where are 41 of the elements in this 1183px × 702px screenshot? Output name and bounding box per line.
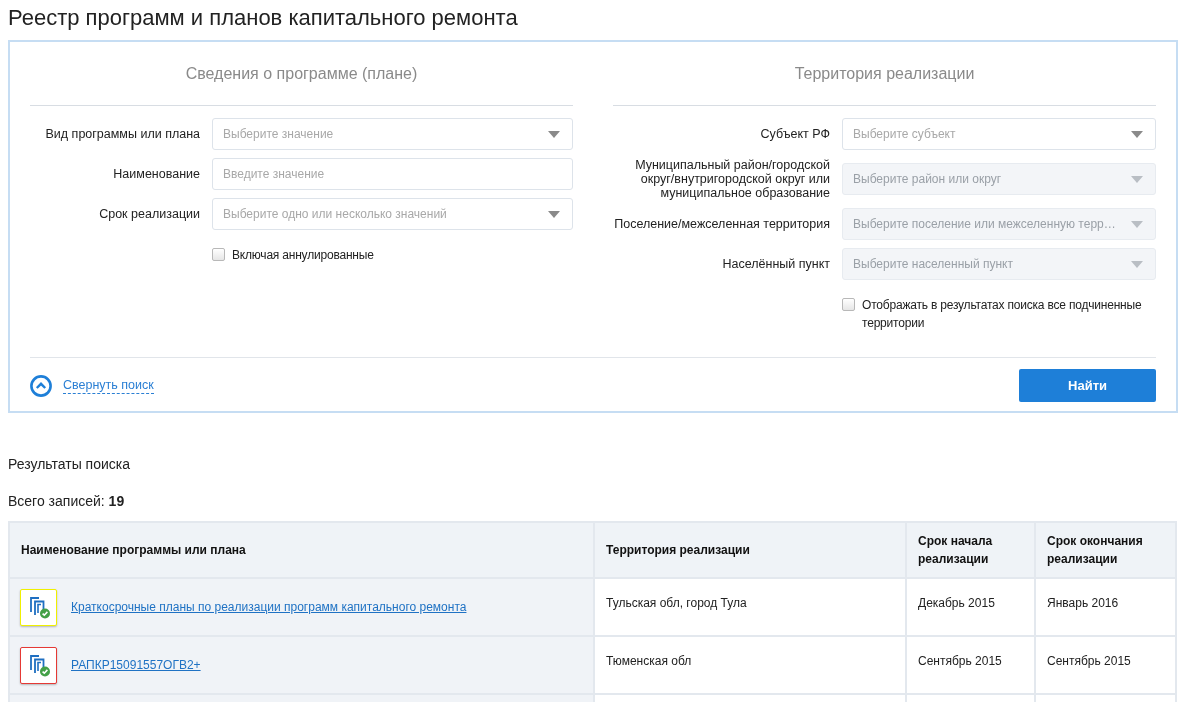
- checkbox-label: Отображать в результатах поиска все подчиненные территории: [862, 297, 1143, 332]
- field-label: Муниципальный район/городской округ/внутригородской округ или муниципальное образование: [634, 158, 830, 200]
- select-field[interactable]: Выберите значение: [212, 118, 573, 150]
- table-cell: Январь 2016: [1047, 596, 1119, 610]
- program-link[interactable]: Краткосрочные планы по реализации программ капитального ремонта: [71, 598, 467, 616]
- caret-icon: [548, 130, 560, 138]
- program-link[interactable]: РАПКР15091557ОГВ2+: [71, 656, 201, 674]
- field-label: Вид программы или плана: [44, 127, 200, 141]
- caret-icon: [1131, 130, 1143, 138]
- column-header[interactable]: Срок окончания реализации: [1047, 532, 1164, 568]
- table-cell: Сентябрь 2015: [918, 654, 1002, 668]
- column-header[interactable]: Срок начала реализации: [918, 532, 1023, 568]
- field-label: Наименование: [112, 167, 200, 181]
- checkbox[interactable]: [842, 298, 855, 311]
- caret-icon: [1131, 260, 1143, 268]
- checkbox[interactable]: [212, 248, 225, 261]
- caret-icon: [548, 210, 560, 218]
- table-cell: Сентябрь 2015: [1047, 654, 1131, 668]
- table-cell: Тюменская обл: [606, 654, 692, 668]
- column-header[interactable]: Территория реализации: [606, 541, 750, 559]
- field-label: Населённый пункт: [721, 257, 830, 271]
- select-field[interactable]: Выберите субъект: [842, 118, 1156, 150]
- checkbox-label: Включая аннулированные: [232, 247, 374, 264]
- total-count: Всего записей: 19: [8, 492, 125, 511]
- collapse-search-link[interactable]: Свернуть поиск: [63, 377, 154, 394]
- field-label: Субъект РФ: [759, 127, 830, 141]
- table-cell: Тульская обл, город Тула: [606, 596, 747, 610]
- column-header[interactable]: Наименование программы или плана: [21, 541, 246, 559]
- field-label: Срок реализации: [98, 207, 200, 221]
- collapse-icon[interactable]: [30, 374, 52, 397]
- caret-icon: [1131, 175, 1143, 183]
- select-field[interactable]: Выберите одно или несколько значений: [212, 198, 573, 230]
- caret-icon: [1131, 220, 1143, 228]
- section-heading: Территория реализации: [794, 63, 975, 84]
- search-button[interactable]: Найти: [1019, 369, 1156, 402]
- section-heading: Сведения о программе (плане): [185, 63, 418, 84]
- input-field[interactable]: Введите значение: [212, 158, 573, 190]
- page-title: Реестр программ и планов капитального ремонта: [8, 4, 518, 32]
- results-title: Результаты поиска: [8, 455, 131, 474]
- table-cell: Декабрь 2015: [918, 596, 995, 610]
- field-label: Поселение/межселенная территория: [613, 217, 830, 231]
